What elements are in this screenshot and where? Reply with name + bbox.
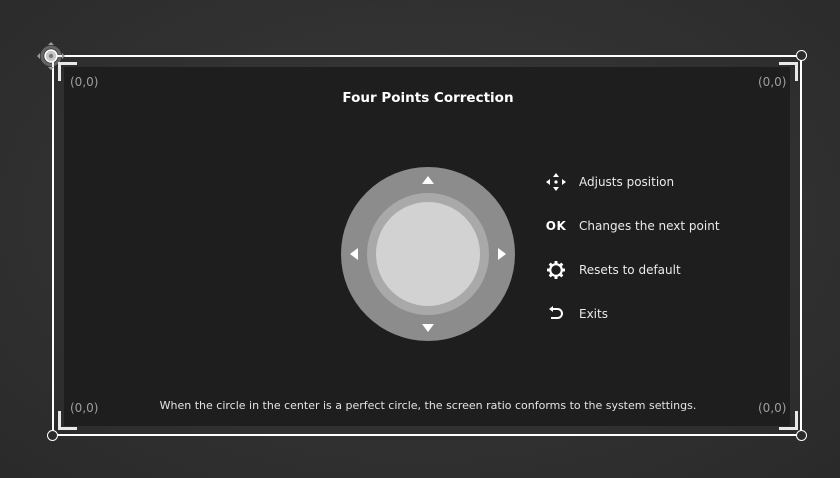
page-title: Four Points Correction: [342, 90, 514, 106]
footer-note: When the circle in the center is a perfe…: [159, 399, 697, 412]
coord-top-right: (0,0): [758, 75, 787, 89]
frame-right-edge: [800, 55, 802, 436]
direction-pad: [341, 167, 515, 341]
corner-handle-bottom-right[interactable]: [796, 430, 807, 441]
frame-left-edge: [52, 55, 54, 436]
calibration-circle: [376, 202, 480, 306]
legend-item-exit: Exits: [545, 304, 608, 324]
legend-item-adjust-position: Adjusts position: [545, 172, 674, 192]
legend-item-reset: Resets to default: [545, 260, 681, 280]
legend-label: Resets to default: [579, 263, 681, 277]
coord-top-left: (0,0): [70, 75, 99, 89]
ok-key-icon: OK: [545, 219, 567, 233]
frame-top-edge: [52, 55, 802, 57]
legend-item-next-point: OK Changes the next point: [545, 216, 720, 236]
frame-bottom-edge: [52, 434, 802, 436]
corner-handle-top-left-active[interactable]: [36, 41, 66, 71]
corner-handle-bottom-left[interactable]: [47, 430, 58, 441]
legend-label: Changes the next point: [579, 219, 720, 233]
corner-handle-top-right[interactable]: [796, 50, 807, 61]
gear-icon: [545, 260, 567, 280]
projector-osd: (0,0) (0,0) (0,0) (0,0) Four Points Corr…: [0, 0, 840, 478]
legend-label: Exits: [579, 307, 608, 321]
move-arrows-icon: [545, 172, 567, 192]
back-arrow-icon: [545, 304, 567, 324]
legend-label: Adjusts position: [579, 175, 675, 189]
